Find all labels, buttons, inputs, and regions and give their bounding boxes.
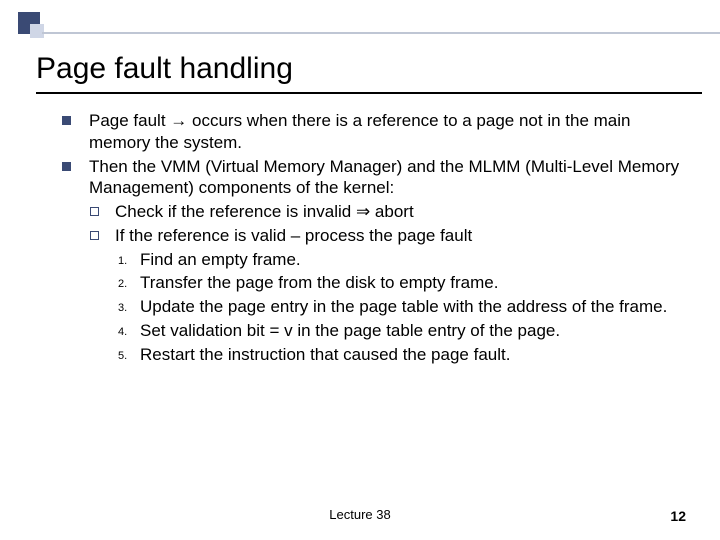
square-bullet-icon [62, 116, 71, 125]
step-1: 1. Find an empty frame. [62, 249, 692, 271]
step-2: 2. Transfer the page from the disk to em… [62, 272, 692, 294]
step-3-num: 3. [118, 296, 140, 315]
step-5: 5. Restart the instruction that caused t… [62, 344, 692, 366]
corner-accent [18, 12, 40, 34]
footer-label: Lecture 38 [0, 507, 720, 522]
step-4-text: Set validation bit = v in the page table… [140, 320, 560, 342]
sub-bullet-1-text: Check if the reference is invalid ⇒ abor… [115, 201, 414, 223]
sub-bullet-2-text: If the reference is valid – process the … [115, 225, 472, 247]
bullet-1-text: Page fault → occurs when there is a refe… [89, 110, 692, 154]
sub-bullet-1: Check if the reference is invalid ⇒ abor… [62, 201, 692, 223]
top-accent-line [42, 32, 720, 34]
step-4-num: 4. [118, 320, 140, 339]
step-2-num: 2. [118, 272, 140, 291]
slide-number: 12 [670, 508, 686, 524]
bullet-2: Then the VMM (Virtual Memory Manager) an… [62, 156, 692, 200]
step-3: 3. Update the page entry in the page tab… [62, 296, 692, 318]
step-5-text: Restart the instruction that caused the … [140, 344, 510, 366]
corner-accent-inner [30, 24, 44, 38]
step-3-text: Update the page entry in the page table … [140, 296, 667, 318]
step-1-num: 1. [118, 249, 140, 268]
step-4: 4. Set validation bit = v in the page ta… [62, 320, 692, 342]
sub-bullet-2: If the reference is valid – process the … [62, 225, 692, 247]
hollow-bullet-icon [90, 207, 99, 216]
slide-body: Page fault → occurs when there is a refe… [62, 110, 692, 367]
slide-title: Page fault handling [36, 52, 293, 86]
square-bullet-icon [62, 162, 71, 171]
hollow-bullet-icon [90, 231, 99, 240]
step-1-text: Find an empty frame. [140, 249, 301, 271]
bullet-1: Page fault → occurs when there is a refe… [62, 110, 692, 154]
step-5-num: 5. [118, 344, 140, 363]
bullet-2-text: Then the VMM (Virtual Memory Manager) an… [89, 156, 692, 200]
title-underline [36, 92, 702, 94]
step-2-text: Transfer the page from the disk to empty… [140, 272, 498, 294]
